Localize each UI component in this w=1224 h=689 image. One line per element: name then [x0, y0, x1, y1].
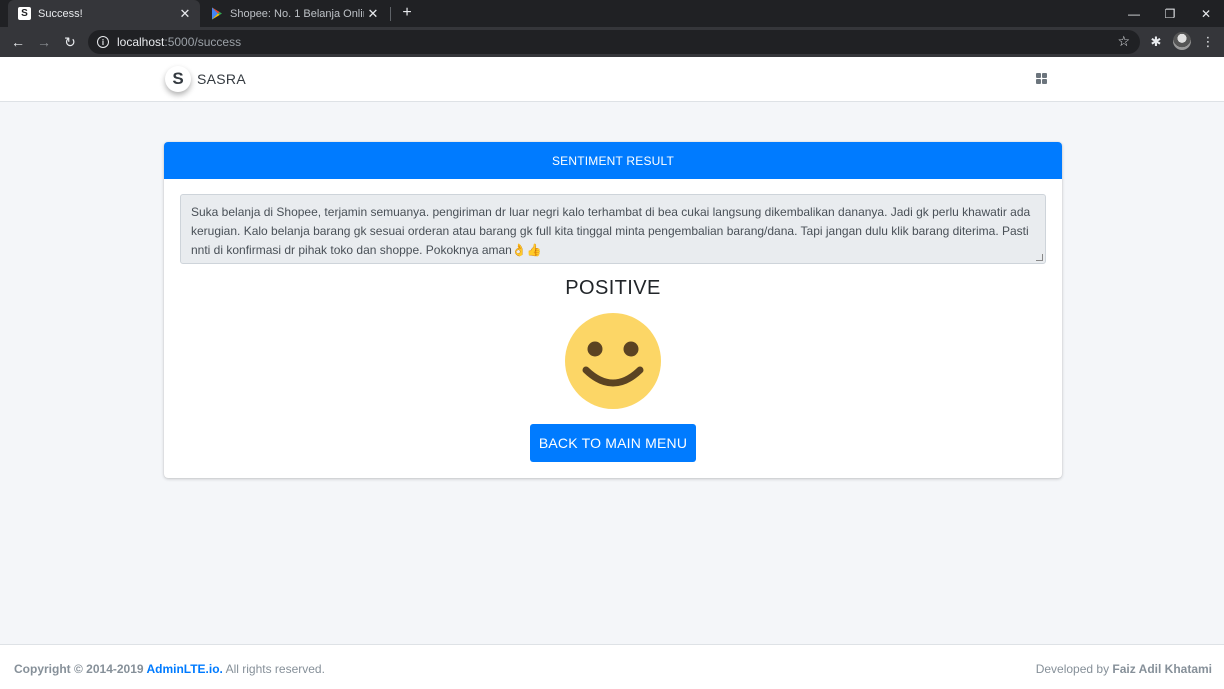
app-navbar: S SASRA: [0, 57, 1224, 102]
sentiment-label: POSITIVE: [565, 277, 661, 299]
close-tab-icon[interactable]: ✕: [176, 6, 194, 22]
minimize-button[interactable]: —: [1116, 0, 1152, 27]
card-header: SENTIMENT RESULT: [164, 142, 1062, 179]
extensions-puzzle-icon[interactable]: ✱: [1146, 32, 1166, 52]
apps-grid-icon[interactable]: [1036, 73, 1048, 84]
close-window-button[interactable]: ✕: [1188, 0, 1224, 27]
brand-logo[interactable]: S: [165, 66, 191, 92]
copyright-text: Copyright © 2014-2019 AdminLTE.io. All r…: [14, 662, 325, 676]
play-store-icon: [210, 7, 223, 20]
browser-toolbar: ← → ↻ i localhost:5000/success ☆ ✱ ⋮: [0, 27, 1224, 57]
smiley-face-icon: [565, 313, 661, 409]
page-footer: Copyright © 2014-2019 AdminLTE.io. All r…: [0, 644, 1224, 689]
sentiment-result-card: SENTIMENT RESULT Suka belanja di Shopee,…: [164, 142, 1062, 478]
address-bar[interactable]: i localhost:5000/success ☆: [88, 30, 1140, 54]
bookmark-star-icon[interactable]: ☆: [1117, 33, 1130, 50]
forward-arrow-icon[interactable]: →: [34, 32, 54, 52]
review-text: Suka belanja di Shopee, terjamin semuany…: [191, 205, 1031, 257]
back-to-main-menu-button[interactable]: BACK TO MAIN MENU: [530, 424, 696, 462]
tab-title: Success!: [38, 7, 83, 20]
browser-tab-bar: S Success! ✕ Shopee: No. 1 Belanja Onlin…: [0, 0, 1224, 27]
tab-title: Shopee: No. 1 Belanja Online - A: [230, 7, 364, 20]
new-tab-button[interactable]: +: [398, 4, 416, 22]
adminlte-link[interactable]: AdminLTE.io.: [146, 662, 222, 676]
browser-menu-icon[interactable]: ⋮: [1198, 32, 1218, 52]
reload-icon[interactable]: ↻: [60, 32, 80, 52]
browser-tab-success[interactable]: S Success! ✕: [8, 0, 200, 27]
profile-avatar[interactable]: [1173, 32, 1191, 50]
resize-handle-icon[interactable]: [1036, 254, 1043, 261]
tab-divider: [390, 7, 391, 21]
site-favicon-icon: S: [18, 7, 31, 20]
review-textarea[interactable]: Suka belanja di Shopee, terjamin semuany…: [180, 194, 1046, 264]
browser-tab-shopee[interactable]: Shopee: No. 1 Belanja Online - A ✕: [202, 0, 388, 27]
restore-button[interactable]: ❐: [1152, 0, 1188, 27]
close-tab-icon[interactable]: ✕: [364, 6, 382, 22]
url-text: localhost:5000/success: [117, 35, 242, 49]
brand-name[interactable]: SASRA: [197, 71, 246, 87]
developer-credit: Developed by Faiz Adil Khatami: [1035, 662, 1212, 676]
site-info-icon[interactable]: i: [97, 36, 109, 48]
back-arrow-icon[interactable]: ←: [8, 32, 28, 52]
